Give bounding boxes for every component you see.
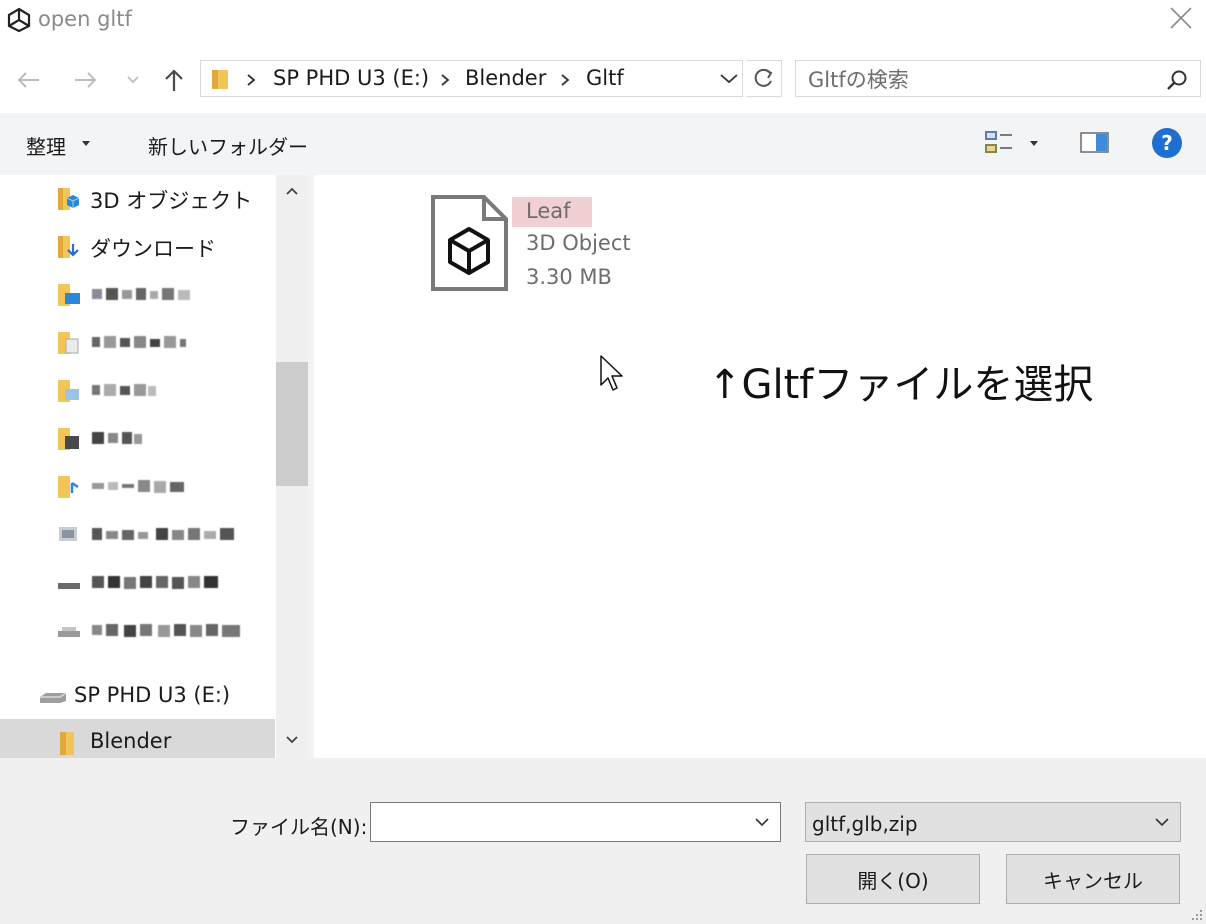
sidebar-item-label: 3D オブジェクト	[90, 189, 253, 213]
sidebar-item-3d-objects[interactable]: 3D オブジェクト	[0, 175, 275, 223]
chevron-down-icon[interactable]	[754, 816, 770, 828]
filename-combobox[interactable]	[370, 802, 781, 842]
new-folder-button[interactable]: 新しいフォルダー	[148, 131, 308, 160]
scroll-down-icon[interactable]	[284, 734, 300, 746]
close-icon[interactable]	[1160, 0, 1206, 36]
filename-label: ファイル名(N):	[230, 815, 368, 839]
music-folder-icon	[58, 476, 79, 498]
caret-down-icon[interactable]	[1030, 141, 1038, 147]
open-button[interactable]: 開く(O)	[806, 854, 980, 904]
organize-button[interactable]: 整理	[26, 131, 66, 160]
recent-locations-button[interactable]	[118, 60, 148, 100]
obscured-label	[92, 528, 234, 540]
file-size: 3.30 MB	[526, 265, 612, 289]
refresh-button[interactable]	[746, 60, 782, 97]
sidebar-item-label: SP PHD U3 (E:)	[74, 683, 231, 707]
sidebar-item-music[interactable]	[0, 463, 275, 511]
search-input[interactable]	[806, 65, 1160, 95]
title-bar: open gltf	[0, 0, 1206, 40]
search-icon[interactable]	[1166, 69, 1188, 91]
nav-scrollbar-thumb[interactable]	[276, 362, 308, 486]
external-drive-icon	[40, 692, 67, 703]
preview-pane-icon[interactable]	[1080, 131, 1110, 155]
cancel-button[interactable]: キャンセル	[1006, 854, 1180, 904]
breadcrumb-drive[interactable]: SP PHD U3 (E:)	[273, 66, 429, 90]
sidebar-item-documents[interactable]	[0, 319, 275, 367]
help-icon[interactable]: ?	[1150, 126, 1184, 160]
obscured-label	[92, 432, 142, 444]
arrow-left-icon	[17, 72, 39, 88]
file-item-leaf[interactable]: Leaf 3D Object 3.30 MB	[424, 195, 744, 295]
folder-icon	[212, 70, 228, 89]
view-options-icon[interactable]	[984, 129, 1014, 157]
chevron-down-icon	[127, 76, 139, 84]
address-dropdown-button[interactable]	[716, 60, 744, 97]
3d-object-file-icon	[431, 195, 508, 291]
breadcrumb-separator-icon	[561, 74, 570, 86]
chevron-down-icon	[1155, 818, 1169, 827]
pictures-folder-icon	[58, 380, 79, 402]
back-button[interactable]	[10, 60, 46, 100]
network-drive-icon	[59, 527, 77, 541]
breadcrumb-blender[interactable]: Blender	[465, 66, 546, 90]
3d-objects-folder-icon	[58, 188, 80, 210]
obscured-label	[92, 576, 218, 589]
scroll-up-icon[interactable]	[284, 185, 300, 197]
obscured-label	[92, 384, 156, 396]
navigation-pane[interactable]: 3D オブジェクト ダウンロード SP PHD U3 (E:) Blender	[0, 175, 308, 758]
desktop-folder-icon	[58, 284, 80, 306]
videos-folder-icon	[58, 428, 79, 450]
sidebar-item-desktop[interactable]	[0, 271, 275, 319]
annotation-caption: ↑Gltfファイルを選択	[708, 362, 1094, 408]
obscured-label	[92, 480, 184, 493]
sidebar-item-network[interactable]	[0, 511, 275, 559]
caret-down-icon	[82, 141, 90, 146]
documents-folder-icon	[58, 332, 79, 354]
sidebar-item-pictures[interactable]	[0, 367, 275, 415]
window-title: open gltf	[38, 7, 132, 31]
drive-icon	[58, 627, 80, 637]
obscured-label	[92, 288, 190, 300]
search-box[interactable]	[795, 60, 1201, 97]
arrow-right-icon	[75, 72, 97, 88]
up-button[interactable]	[156, 60, 192, 100]
sidebar-item-label: Blender	[90, 729, 172, 753]
obscured-label	[92, 336, 186, 348]
sidebar-item-drive-2[interactable]	[0, 607, 275, 655]
filename-input[interactable]	[377, 808, 741, 838]
downloads-folder-icon	[58, 236, 79, 258]
sidebar-item-drive-1[interactable]	[0, 559, 275, 607]
svg-text:?: ?	[1161, 131, 1173, 155]
file-name[interactable]: Leaf	[512, 197, 592, 227]
address-bar[interactable]: SP PHD U3 (E:) Blender Gltf	[200, 60, 743, 97]
folder-icon	[60, 732, 74, 755]
sidebar-item-label: ダウンロード	[90, 237, 216, 261]
chevron-down-icon	[720, 74, 738, 84]
breadcrumb-separator-icon	[441, 74, 450, 86]
resize-grip-icon[interactable]	[1188, 906, 1204, 922]
file-list[interactable]: Leaf 3D Object 3.30 MB	[314, 175, 1206, 758]
breadcrumb-gltf[interactable]: Gltf	[586, 66, 624, 90]
obscured-label	[92, 624, 240, 637]
drive-icon	[58, 583, 80, 589]
command-toolbar: 整理 新しいフォルダー ?	[0, 113, 1206, 175]
mouse-cursor-icon	[600, 355, 623, 391]
forward-button[interactable]	[68, 60, 104, 100]
arrow-up-icon	[165, 69, 183, 91]
sidebar-item-blender[interactable]: Blender	[0, 719, 275, 758]
file-type-filter-value: gltf,glb,zip	[812, 812, 918, 836]
sidebar-item-downloads[interactable]: ダウンロード	[0, 223, 275, 271]
sidebar-item-videos[interactable]	[0, 415, 275, 463]
unity-logo-icon	[7, 7, 31, 33]
file-type: 3D Object	[526, 231, 631, 255]
refresh-icon	[754, 68, 773, 87]
organize-label: 整理	[26, 135, 66, 159]
breadcrumb-separator-icon	[247, 74, 256, 86]
file-type-filter[interactable]: gltf,glb,zip	[805, 802, 1181, 842]
sidebar-item-sp-phd-drive[interactable]: SP PHD U3 (E:)	[0, 673, 275, 721]
